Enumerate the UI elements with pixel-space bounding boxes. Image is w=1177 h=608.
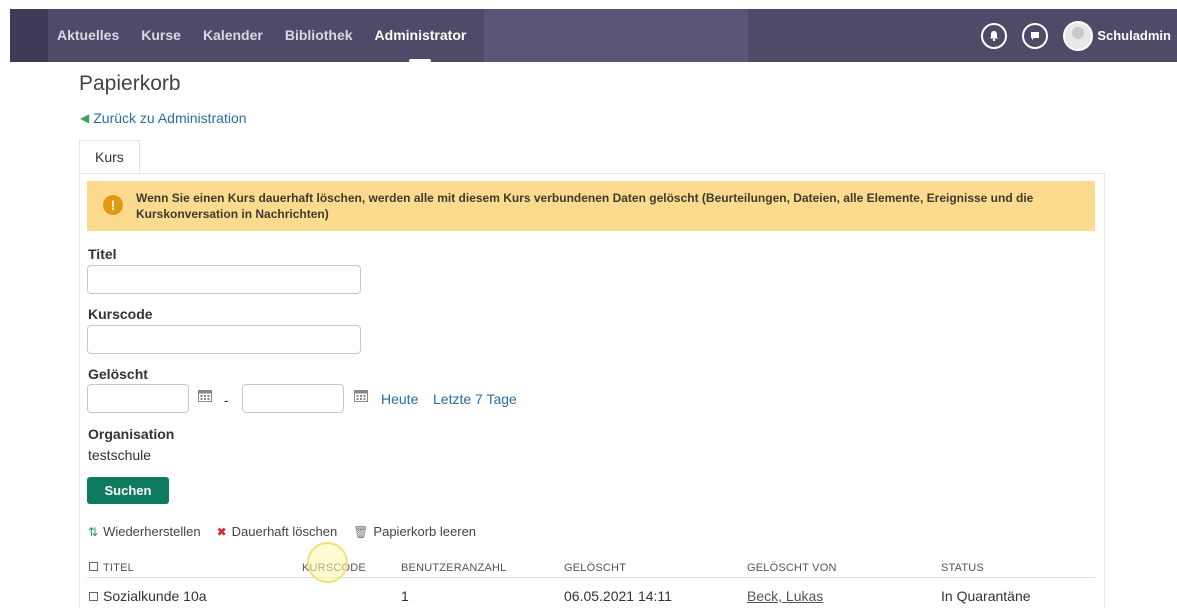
row-deleted: 06.05.2021 14:11 [564,588,672,604]
deleted-label: Gelöscht [88,366,148,382]
nav-item-administrator-label: Administrator [374,27,467,43]
row-deleted-by-link[interactable]: Beck, Lukas [747,588,823,604]
menu-tab[interactable] [10,9,48,62]
row-title[interactable]: Sozialkunde 10a [89,588,207,604]
empty-label: Papierkorb leeren [373,524,477,539]
restore-label: Wiederherstellen [103,524,201,539]
column-header-title[interactable]: TITEL [89,562,134,574]
title-input[interactable] [87,265,361,294]
search-button[interactable]: Suchen [87,477,169,504]
user-name[interactable]: Schuladmin [1097,28,1171,43]
tab-kurs[interactable]: Kurs [79,140,140,174]
header-title-label: TITEL [103,562,134,574]
nav-spacer [484,9,748,62]
title-label: Titel [88,246,117,262]
calendar-icon[interactable] [354,389,368,405]
course-code-input[interactable] [87,325,361,354]
date-range-dash: - [224,392,229,408]
trash-icon: 🗑 [353,524,369,539]
avatar[interactable] [1063,20,1094,51]
close-icon: ✖ [216,524,227,539]
column-header-status[interactable]: STATUS [941,562,984,574]
back-to-admin-link[interactable]: ◀ Zurück zu Administration [80,110,247,126]
exclamation-icon: ! [103,195,123,215]
trash-actions: ⇅ Wiederherstellen ✖ Dauerhaft löschen 🗑… [88,524,492,539]
calendar-icon[interactable] [198,389,212,405]
select-all-checkbox[interactable] [89,562,98,571]
bell-icon[interactable] [981,22,1008,49]
restore-button[interactable]: ⇅ Wiederherstellen [88,524,201,539]
nav-item-aktuelles[interactable]: Aktuelles [57,9,119,62]
today-link[interactable]: Heute [381,391,418,407]
warning-alert: ! Wenn Sie einen Kurs dauerhaft löschen,… [87,181,1095,231]
top-navigation-bar: Aktuelles Kurse Kalender Bibliothek Admi… [10,9,1177,63]
content-panel [79,173,1105,608]
header-divider [87,577,1095,578]
organisation-label: Organisation [88,426,175,442]
column-header-deleted-by[interactable]: GELÖSCHT VON [747,562,837,574]
row-checkbox[interactable] [89,592,98,601]
empty-trash-button[interactable]: 🗑 Papierkorb leeren [353,524,476,539]
page-title: Papierkorb [79,72,181,95]
date-to-input[interactable] [242,384,344,413]
back-link-label: Zurück zu Administration [93,110,247,126]
delete-label: Dauerhaft löschen [231,524,338,539]
chat-icon[interactable] [1022,22,1049,49]
column-header-deleted[interactable]: GELÖSCHT [564,562,626,574]
cursor-highlight [307,542,348,583]
delete-permanently-button[interactable]: ✖ Dauerhaft löschen [217,524,338,539]
date-from-input[interactable] [87,384,189,413]
nav-item-kalender[interactable]: Kalender [203,9,263,62]
nav-item-administrator[interactable]: Administrator [374,9,467,63]
organisation-value: testschule [88,447,152,463]
alert-message: Wenn Sie einen Kurs dauerhaft löschen, w… [136,191,1034,221]
column-header-users[interactable]: BENUTZERANZAHL [401,562,506,574]
row-users: 1 [401,588,409,604]
nav-item-bibliothek[interactable]: Bibliothek [285,9,353,62]
row-title-label: Sozialkunde 10a [103,588,207,604]
top-icons: Schuladmin [981,9,1177,62]
nav-item-kurse[interactable]: Kurse [141,9,181,62]
code-label: Kurscode [88,306,153,322]
arrow-left-icon: ◀ [80,111,90,125]
last-7-days-link[interactable]: Letzte 7 Tage [433,391,517,407]
restore-icon: ⇅ [88,524,99,539]
active-indicator [409,59,432,63]
main-nav: Aktuelles Kurse Kalender Bibliothek Admi… [57,9,488,63]
row-status: In Quarantäne [941,588,1031,604]
